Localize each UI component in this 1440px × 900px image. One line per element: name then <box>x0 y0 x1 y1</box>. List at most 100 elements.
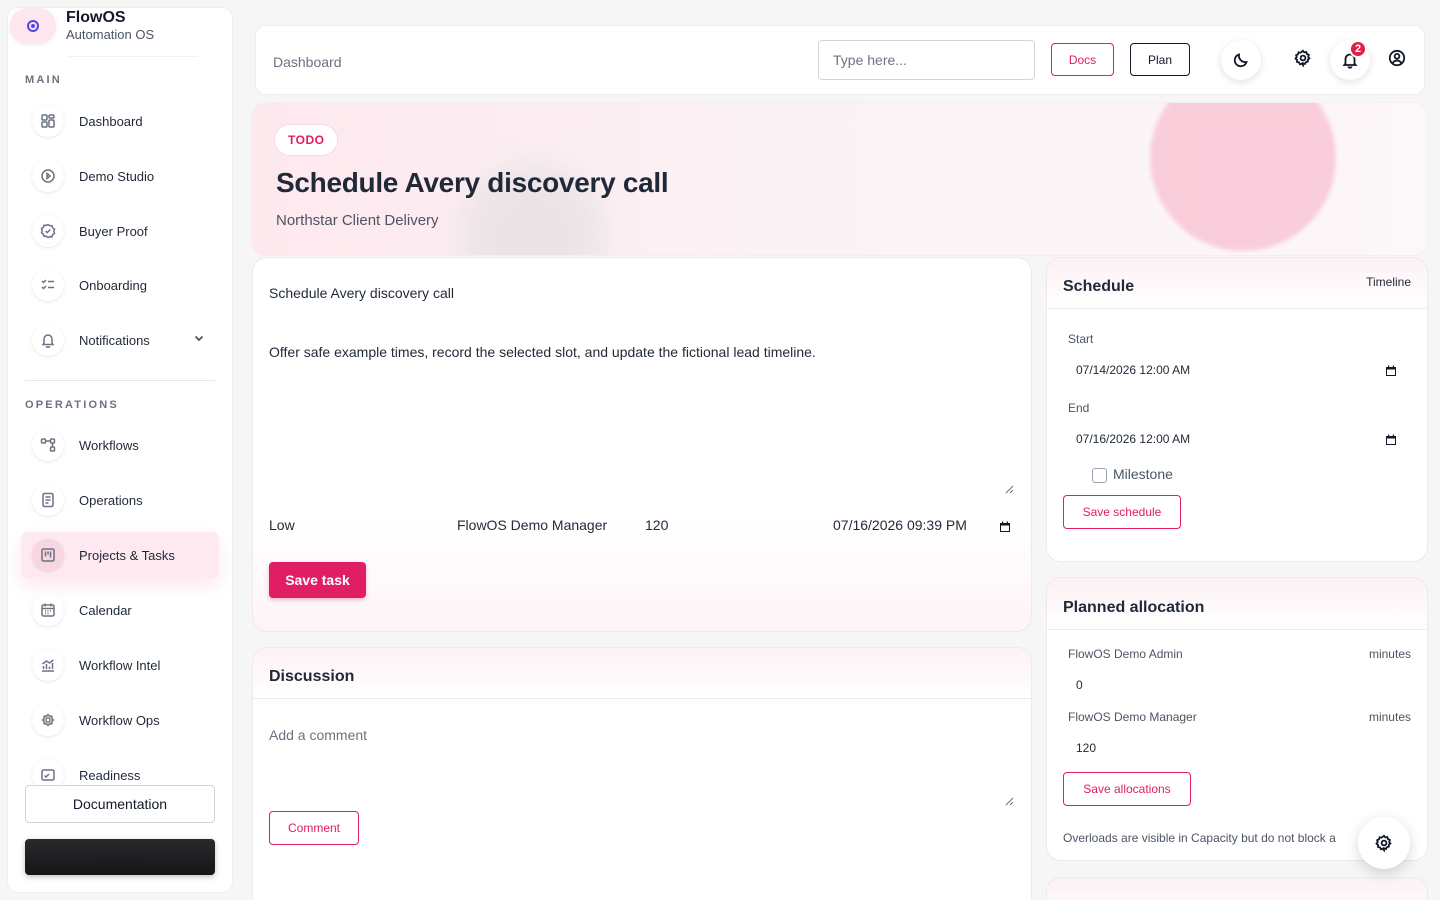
user-account-icon[interactable] <box>1377 38 1417 78</box>
top-bar: Dashboard Docs Plan 2 <box>256 26 1424 94</box>
chart-icon <box>32 649 64 681</box>
card-header-background <box>1047 878 1427 900</box>
task-description-field[interactable]: Offer safe example times, record the sel… <box>269 342 1014 492</box>
dark-mode-toggle-icon[interactable] <box>1221 40 1261 80</box>
task-hero: TODO Schedule Avery discovery call North… <box>252 103 1427 255</box>
due-date-input[interactable]: 07/16/2026 09:39 PM <box>833 517 967 533</box>
calendar-icon <box>32 594 64 626</box>
sidebar: FlowOS Automation OS MAIN Dashboard Demo… <box>8 8 232 892</box>
check-badge-icon <box>32 215 64 247</box>
milestone-checkbox[interactable] <box>1092 468 1107 483</box>
brand[interactable]: FlowOS Automation OS <box>10 8 154 44</box>
resize-handle-icon[interactable] <box>1005 481 1014 494</box>
docs-button[interactable]: Docs <box>1051 43 1114 76</box>
settings-gear-icon[interactable] <box>1283 38 1323 78</box>
document-icon <box>32 484 64 516</box>
save-task-button[interactable]: Save task <box>269 562 366 598</box>
logout-button[interactable]: Logout <box>25 839 215 875</box>
grid-icon <box>32 105 64 137</box>
allocation-minutes-input[interactable]: 120 <box>1076 741 1096 755</box>
sidebar-item-dashboard[interactable]: Dashboard <box>21 98 219 144</box>
priority-select[interactable]: Low <box>269 517 295 533</box>
timeline-link[interactable]: Timeline <box>1366 275 1411 289</box>
section-title-operations: OPERATIONS <box>25 399 119 411</box>
sidebar-item-label: Buyer Proof <box>79 223 148 239</box>
page-title: Schedule Avery discovery call <box>276 167 669 198</box>
sidebar-item-label: Onboarding <box>79 277 147 293</box>
sidebar-item-label: Calendar <box>79 602 132 618</box>
sidebar-item-workflow-intel[interactable]: Workflow Intel <box>21 642 219 688</box>
estimate-input[interactable]: 120 <box>645 517 668 533</box>
start-datetime-input[interactable]: 07/14/2026 12:00 AM <box>1076 363 1190 377</box>
task-details-card: Schedule Avery discovery call Offer safe… <box>253 258 1031 631</box>
discussion-card: Discussion Add a comment Comment <box>253 648 1031 900</box>
kanban-icon <box>32 539 64 571</box>
allocation-user-name: FlowOS Demo Admin <box>1068 647 1183 661</box>
sidebar-item-projects-tasks[interactable]: Projects & Tasks <box>21 532 219 578</box>
sidebar-item-label: Notifications <box>79 332 150 348</box>
calendar-picker-icon[interactable] <box>1385 433 1397 445</box>
discussion-title: Discussion <box>269 668 355 685</box>
allocation-user-name: FlowOS Demo Manager <box>1068 710 1197 724</box>
sidebar-item-label: Operations <box>79 492 143 508</box>
allocation-minutes-input[interactable]: 0 <box>1076 678 1083 692</box>
plan-button[interactable]: Plan <box>1130 43 1190 76</box>
task-title-field[interactable]: Schedule Avery discovery call <box>269 285 454 301</box>
resize-handle-icon[interactable] <box>1005 793 1014 806</box>
sidebar-item-notifications[interactable]: Notifications <box>21 317 219 363</box>
card-divider <box>1047 629 1427 630</box>
notifications-bell-icon[interactable]: 2 <box>1330 40 1370 80</box>
search-input[interactable] <box>818 40 1035 80</box>
calendar-picker-icon[interactable] <box>999 520 1011 532</box>
section-title-main: MAIN <box>25 74 62 86</box>
sidebar-item-label: Workflow Intel <box>79 657 161 673</box>
sidebar-item-workflows[interactable]: Workflows <box>21 422 219 468</box>
gear-icon <box>32 704 64 736</box>
sidebar-item-label: Workflow Ops <box>79 712 160 728</box>
additional-card <box>1047 878 1427 900</box>
project-name: Northstar Client Delivery <box>276 212 439 229</box>
card-header-background <box>253 648 1031 698</box>
milestone-label: Milestone <box>1113 466 1173 482</box>
allocation-title: Planned allocation <box>1063 599 1205 616</box>
schedule-card: Schedule Timeline Start 07/14/2026 12:00… <box>1047 258 1427 561</box>
bell-icon <box>32 324 64 356</box>
comment-textarea[interactable]: Add a comment <box>269 727 367 743</box>
brand-logo-icon <box>10 8 56 44</box>
sidebar-item-onboarding[interactable]: Onboarding <box>21 262 219 308</box>
documentation-button[interactable]: Documentation <box>25 785 215 823</box>
sidebar-item-operations[interactable]: Operations <box>21 477 219 523</box>
allocation-unit: minutes <box>1368 647 1411 661</box>
end-datetime-input[interactable]: 07/16/2026 12:00 AM <box>1076 432 1190 446</box>
sidebar-item-demo-studio[interactable]: Demo Studio <box>21 153 219 199</box>
workflow-icon <box>32 429 64 461</box>
sidebar-item-label: Readiness <box>79 767 141 783</box>
decorative-blob <box>1150 103 1336 251</box>
assignee-select[interactable]: FlowOS Demo Manager <box>457 517 607 533</box>
sidebar-item-label: Workflows <box>79 437 139 453</box>
status-badge: TODO <box>275 125 338 155</box>
sidebar-item-calendar[interactable]: Calendar <box>21 587 219 633</box>
card-divider <box>253 698 1031 699</box>
sidebar-item-label: Projects & Tasks <box>79 547 175 563</box>
save-schedule-button[interactable]: Save schedule <box>1063 495 1181 529</box>
checklist-icon <box>32 269 64 301</box>
floating-settings-gear-icon[interactable] <box>1358 817 1410 869</box>
comment-button[interactable]: Comment <box>269 811 359 845</box>
brand-name: FlowOS <box>66 9 126 26</box>
start-label: Start <box>1068 332 1094 346</box>
end-label: End <box>1068 401 1090 415</box>
schedule-title: Schedule <box>1063 278 1135 295</box>
save-allocations-button[interactable]: Save allocations <box>1063 772 1191 806</box>
calendar-picker-icon[interactable] <box>1385 364 1397 376</box>
allocation-unit: minutes <box>1368 710 1411 724</box>
planned-allocation-card: Planned allocation FlowOS Demo Admin min… <box>1047 578 1427 860</box>
allocation-note: Overloads are visible in Capacity but do… <box>1063 831 1336 845</box>
breadcrumb[interactable]: Dashboard <box>273 54 342 70</box>
sidebar-item-label: Demo Studio <box>79 168 155 184</box>
chevron-down-icon[interactable] <box>193 332 205 344</box>
notification-count-badge: 2 <box>1349 40 1367 58</box>
sidebar-item-buyer-proof[interactable]: Buyer Proof <box>21 208 219 254</box>
sidebar-divider <box>25 380 215 381</box>
sidebar-item-workflow-ops[interactable]: Workflow Ops <box>21 697 219 743</box>
